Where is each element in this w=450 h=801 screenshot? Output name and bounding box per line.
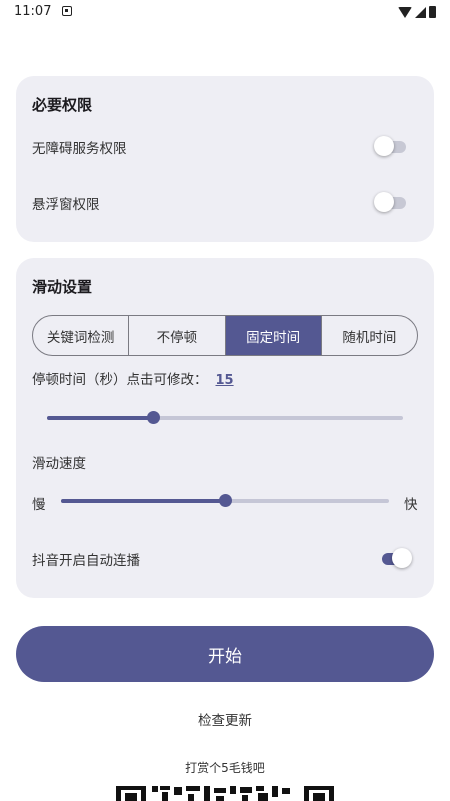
donate-qr-code (116, 786, 334, 801)
douyin-autoplay-label: 抖音开启自动连播 (32, 553, 140, 569)
mode-keyword-detect[interactable]: 关键词检测 (33, 316, 130, 355)
speed-fast-label: 快 (404, 497, 418, 513)
status-icons (398, 4, 436, 20)
douyin-autoplay-switch[interactable] (378, 547, 412, 569)
accessibility-permission-switch[interactable] (374, 135, 408, 157)
signal-icon (415, 6, 426, 18)
start-button[interactable]: 开始 (16, 626, 434, 682)
speed-slow-label: 慢 (32, 497, 46, 513)
slider-fill (47, 416, 154, 420)
notification-icon (62, 6, 72, 16)
slider-knob[interactable] (147, 411, 161, 424)
swipe-settings-card: 滑动设置 关键词检测 不停顿 固定时间 随机时间 停顿时间（秒）点击可修改： 1… (16, 258, 434, 598)
overlay-permission-label: 悬浮窗权限 (32, 197, 100, 213)
overlay-permission-switch[interactable] (374, 191, 408, 213)
switch-thumb (374, 136, 394, 156)
swipe-mode-selector: 关键词检测 不停顿 固定时间 随机时间 (32, 315, 418, 356)
battery-icon (429, 6, 436, 18)
slider-fill (61, 499, 225, 503)
swipe-speed-label: 滑动速度 (32, 456, 86, 472)
swipe-settings-title: 滑动设置 (32, 278, 93, 296)
pause-time-value[interactable]: 15 (216, 373, 234, 388)
pause-time-label: 停顿时间（秒）点击可修改： (32, 372, 208, 388)
switch-thumb (392, 548, 412, 568)
mode-no-pause[interactable]: 不停顿 (129, 316, 226, 355)
switch-thumb (374, 192, 394, 212)
slider-knob[interactable] (218, 494, 232, 507)
pause-time-slider[interactable] (47, 411, 403, 425)
check-update-link[interactable]: 检查更新 (0, 709, 450, 729)
mode-fixed-time[interactable]: 固定时间 (225, 316, 322, 355)
permissions-title: 必要权限 (32, 96, 93, 114)
status-bar: 11:07 (0, 0, 450, 26)
mode-random-time[interactable]: 随机时间 (322, 316, 417, 355)
wifi-icon (398, 6, 412, 18)
pause-time-row: 停顿时间（秒）点击可修改： 15 (32, 368, 234, 388)
status-time: 11:07 (14, 4, 52, 19)
donate-text: 打赏个5毛钱吧 (185, 761, 265, 775)
swipe-speed-slider[interactable] (61, 494, 389, 508)
permissions-card: 必要权限 无障碍服务权限 悬浮窗权限 (16, 76, 434, 242)
accessibility-permission-label: 无障碍服务权限 (32, 141, 127, 157)
